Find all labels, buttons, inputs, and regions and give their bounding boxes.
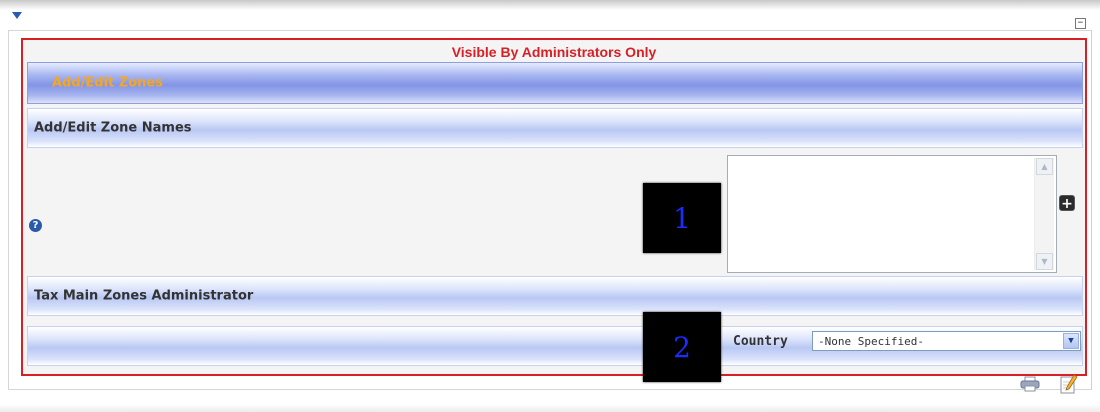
scroll-down-icon[interactable]: ▼ <box>1036 253 1053 270</box>
zone-names-band: Add/Edit Zone Names <box>27 108 1083 148</box>
zone-names-title: Add/Edit Zone Names <box>34 120 192 136</box>
tax-admin-title: Tax Main Zones Administrator <box>34 288 254 304</box>
zones-title: Add/Edit Zones <box>52 75 163 91</box>
top-shadow <box>0 0 1100 10</box>
zones-header-band: Add/Edit Zones <box>27 62 1083 104</box>
admin-only-section: Visible By Administrators Only Add/Edit … <box>21 38 1087 382</box>
country-label: Country <box>733 334 788 349</box>
question-mark-icon[interactable]: ? <box>29 219 42 232</box>
zone-names-textarea-wrapper: ▲ ▼ <box>727 155 1057 273</box>
printer-icon[interactable] <box>1020 376 1040 392</box>
admin-visibility-note: Visible By Administrators Only <box>451 44 657 60</box>
textarea-scrollbar[interactable]: ▲ ▼ <box>1034 158 1054 270</box>
scroll-up-icon[interactable]: ▲ <box>1036 158 1053 175</box>
triangle-down-icon[interactable] <box>12 12 22 19</box>
country-select[interactable]: -None Specified- ▼ <box>812 331 1081 351</box>
country-selected-value: -None Specified- <box>818 335 924 348</box>
pencil-edit-icon[interactable] <box>1060 374 1078 394</box>
plus-icon[interactable]: + <box>1059 195 1075 212</box>
tax-admin-band: Tax Main Zones Administrator <box>27 276 1083 316</box>
bottom-shadow <box>0 404 1100 412</box>
minus-box-icon[interactable]: − <box>1075 18 1086 29</box>
annotation-marker-2: 2 <box>643 312 721 382</box>
annotation-marker-1: 1 <box>643 183 721 253</box>
zone-names-textarea[interactable] <box>728 156 1034 270</box>
chevron-down-icon[interactable]: ▼ <box>1063 333 1079 349</box>
